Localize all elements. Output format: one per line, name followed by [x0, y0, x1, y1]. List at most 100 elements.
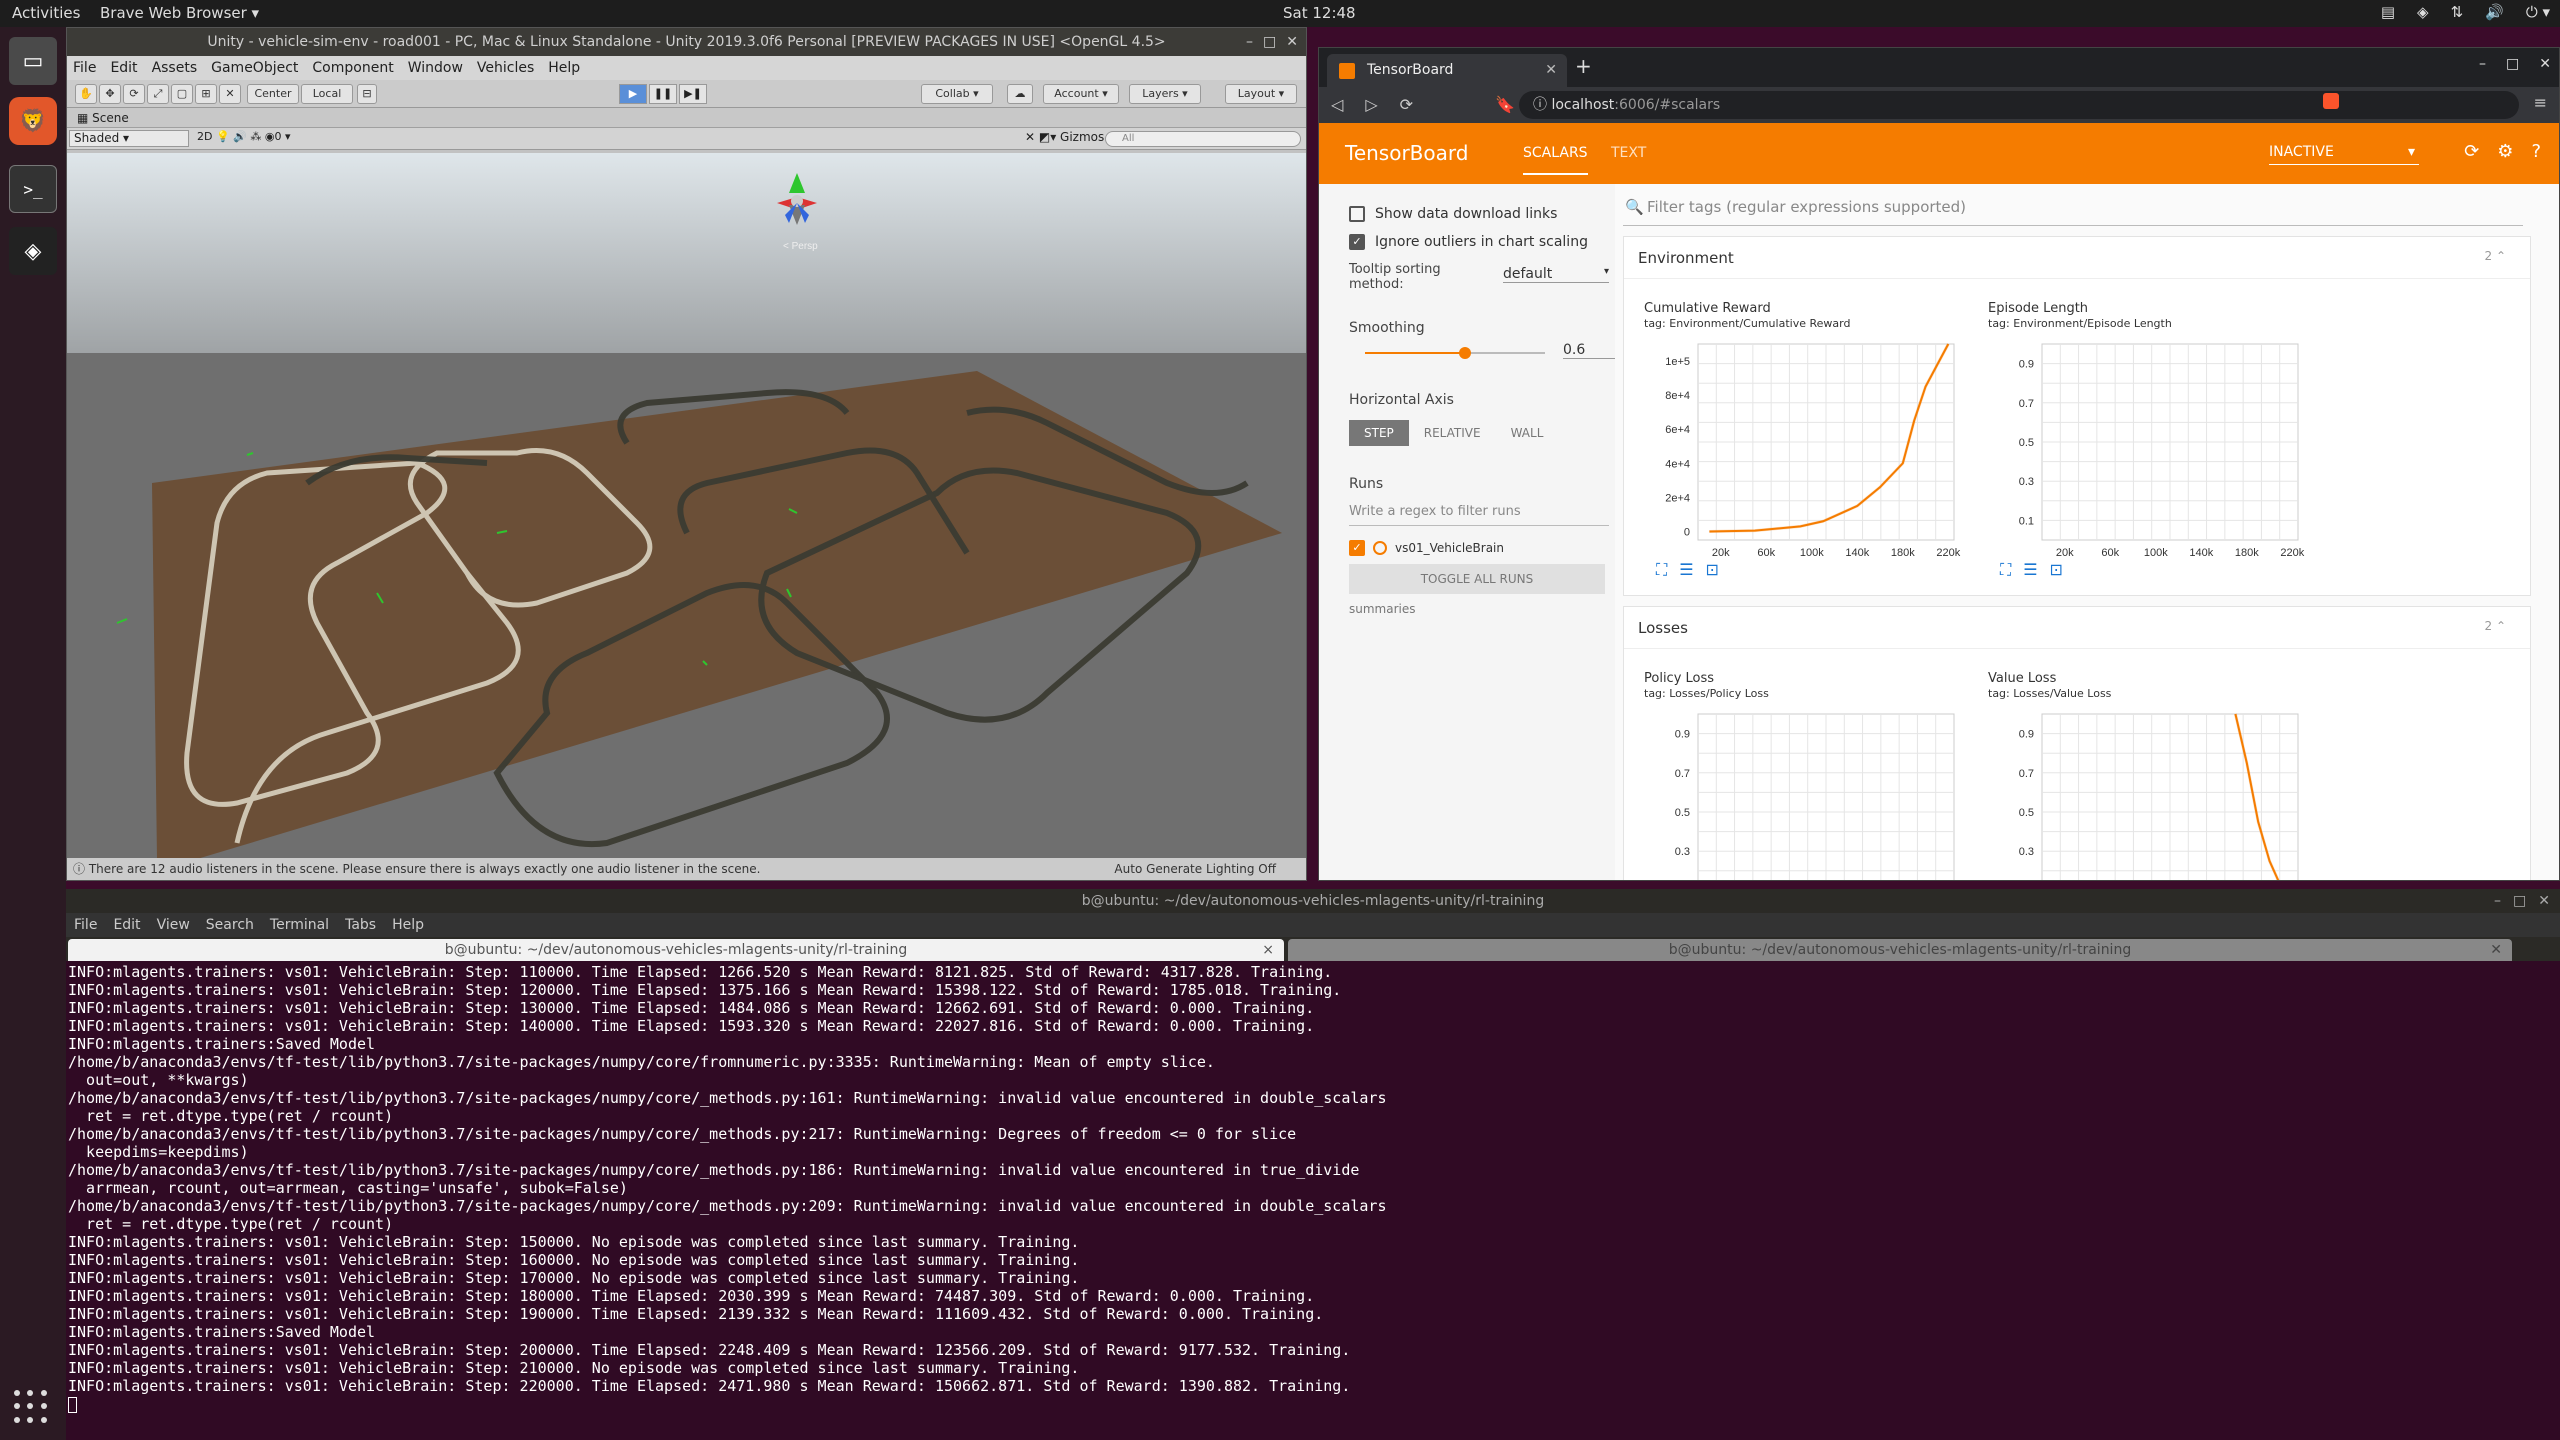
volume-icon[interactable]: 🔊	[2485, 3, 2504, 21]
group-header[interactable]: Losses	[1624, 607, 2530, 649]
menu-terminal[interactable]: Terminal	[270, 917, 329, 933]
smoothing-value-input[interactable]: 0.6	[1563, 342, 1623, 359]
scale-tool-icon[interactable]: ⤢	[147, 84, 169, 104]
slider-thumb[interactable]	[1459, 347, 1471, 359]
menu-file[interactable]: File	[73, 60, 96, 76]
minimize-icon[interactable]: –	[1246, 28, 1253, 56]
forward-icon[interactable]: ▷	[1365, 95, 1377, 114]
haxis-step-button[interactable]: STEP	[1349, 420, 1409, 446]
hand-tool-icon[interactable]: ✋	[75, 84, 97, 104]
close-icon[interactable]: ✕	[1286, 28, 1298, 56]
tab-close-icon[interactable]: ×	[1262, 939, 1274, 961]
help-icon[interactable]: ?	[2531, 141, 2541, 162]
unity-tray-icon[interactable]: ◈	[2417, 3, 2429, 21]
browser-tab-tensorboard[interactable]: TensorBoard ✕	[1327, 54, 1567, 87]
runs-filter-input[interactable]: Write a regex to filter runs	[1349, 504, 1609, 526]
gizmos-dropdown[interactable]: ✕ ◩▾ Gizmos ▾	[1025, 130, 1114, 144]
menu-help[interactable]: Help	[392, 917, 424, 933]
chart-svg[interactable]: 0.10.30.50.70.9	[1644, 706, 1974, 881]
transform-tool-icon[interactable]: ⊞	[195, 84, 217, 104]
checkbox-checked-icon[interactable]: ✓	[1349, 234, 1365, 250]
menu-gameobject[interactable]: GameObject	[211, 60, 298, 76]
run-checkbox-icon[interactable]: ✓	[1349, 540, 1365, 556]
minimize-icon[interactable]: –	[2494, 889, 2501, 913]
maximize-icon[interactable]: □	[2506, 56, 2519, 72]
show-applications-icon[interactable]	[14, 1390, 48, 1424]
tooltip-sorting-select[interactable]: default ▾	[1503, 266, 1609, 283]
layers-dropdown[interactable]: Layers ▾	[1129, 84, 1201, 104]
minimize-icon[interactable]: –	[2479, 56, 2486, 72]
system-tray[interactable]: ▤ ◈ ⇅ 🔊 ⏻ ▾	[2381, 3, 2550, 21]
cloud-icon[interactable]: ☁	[1007, 84, 1033, 104]
custom-tool-icon[interactable]: ✕	[219, 84, 241, 104]
chart-svg[interactable]: 0 2e+4 4e+4 6e+4 8e+4 1e+5 20k 60k 100k 140k 180k 2…	[1644, 336, 1974, 556]
menu-file[interactable]: File	[74, 917, 97, 933]
address-bar[interactable]: ⓘ localhost:6006/#scalars	[1519, 91, 2519, 119]
scene-toggles[interactable]: 2D 💡 🔊 ⁂ ◉0 ▾	[197, 130, 290, 143]
rotate-tool-icon[interactable]: ⟳	[123, 84, 145, 104]
maximize-icon[interactable]: □	[1263, 28, 1276, 56]
menu-component[interactable]: Component	[312, 60, 393, 76]
activities-button[interactable]: Activities	[12, 4, 80, 22]
menu-help[interactable]: Help	[548, 60, 580, 76]
browser-menu-icon[interactable]: ≡	[2534, 93, 2547, 112]
fit-domain-icon[interactable]: ⊡	[1706, 560, 1719, 580]
close-icon[interactable]: ✕	[2539, 56, 2551, 72]
menu-edit[interactable]: Edit	[113, 917, 140, 933]
group-count[interactable]: 2 ⌃	[2484, 619, 2506, 633]
menu-search[interactable]: Search	[206, 917, 254, 933]
toggle-all-runs-button[interactable]: TOGGLE ALL RUNS	[1349, 564, 1605, 594]
smoothing-slider[interactable]: 0.6	[1349, 336, 1623, 368]
persp-label[interactable]: < Persp	[783, 241, 818, 252]
maximize-icon[interactable]: □	[2513, 889, 2526, 913]
inactive-plugins-dropdown[interactable]: INACTIVE	[2269, 139, 2419, 165]
tab-scalars[interactable]: SCALARS	[1523, 145, 1588, 175]
brave-shield-icon[interactable]	[2323, 93, 2339, 109]
power-icon[interactable]: ⏻ ▾	[2526, 3, 2550, 21]
bookmark-icon[interactable]: 🔖	[1495, 95, 1515, 114]
menu-tabs[interactable]: Tabs	[345, 917, 376, 933]
menu-vehicles[interactable]: Vehicles	[477, 60, 534, 76]
account-dropdown[interactable]: Account ▾	[1043, 84, 1119, 104]
menu-edit[interactable]: Edit	[110, 60, 137, 76]
checkbox-unchecked-icon[interactable]	[1349, 206, 1365, 222]
menu-view[interactable]: View	[157, 917, 190, 933]
data-list-icon[interactable]: ☰	[2023, 560, 2037, 580]
settings-gear-icon[interactable]: ⚙	[2497, 141, 2513, 162]
layout-dropdown[interactable]: Layout ▾	[1225, 84, 1297, 104]
pivot-center-button[interactable]: Center	[247, 84, 299, 104]
new-tab-icon[interactable]: +	[1575, 54, 1592, 78]
reload-icon[interactable]: ⟳	[1400, 95, 1413, 114]
back-icon[interactable]: ◁	[1331, 95, 1343, 114]
haxis-wall-button[interactable]: WALL	[1496, 420, 1559, 446]
files-tray-icon[interactable]: ▤	[2381, 3, 2395, 21]
tensorboard-logo[interactable]: TensorBoard	[1345, 141, 1468, 165]
terminal-tab-1[interactable]: b@ubuntu: ~/dev/autonomous-vehicles-mlag…	[68, 939, 1284, 961]
expand-icon[interactable]: ⛶	[2000, 560, 2011, 580]
step-button[interactable]: ▶❚	[679, 84, 707, 104]
network-icon[interactable]: ⇅	[2451, 3, 2464, 21]
fit-domain-icon[interactable]: ⊡	[2050, 560, 2063, 580]
run-color-icon[interactable]	[1373, 541, 1387, 555]
tab-text[interactable]: TEXT	[1611, 145, 1646, 161]
scene-tab[interactable]: ▦ Scene	[67, 108, 1306, 128]
expand-icon[interactable]: ⛶	[1656, 560, 1667, 580]
status-message[interactable]: There are 12 audio listeners in the scen…	[89, 862, 761, 876]
play-button[interactable]: ▶	[619, 84, 647, 104]
unity-app-icon[interactable]: ◈	[9, 227, 57, 275]
rect-tool-icon[interactable]: ▢	[171, 84, 193, 104]
scene-search-input[interactable]: All	[1105, 131, 1301, 147]
move-tool-icon[interactable]: ✥	[99, 84, 121, 104]
chart-svg[interactable]: 0.1 0.3 0.5 0.7 0.9 20k 60k 100k 140k 180k 220k	[1988, 336, 2318, 556]
group-count[interactable]: 2 ⌃	[2484, 249, 2506, 263]
refresh-icon[interactable]: ⟳	[2464, 141, 2479, 162]
menu-assets[interactable]: Assets	[152, 60, 198, 76]
run-item[interactable]: ✓ vs01_VehicleBrain	[1349, 540, 1615, 556]
tab-close-icon[interactable]: ✕	[2490, 939, 2502, 961]
grid-snap-icon[interactable]: ⊟	[357, 84, 377, 104]
draw-mode-dropdown[interactable]: Shaded ▾	[69, 130, 189, 147]
haxis-relative-button[interactable]: RELATIVE	[1409, 420, 1496, 446]
tag-filter-input[interactable]: 🔍 Filter tags (regular expressions suppo…	[1623, 192, 2523, 226]
pivot-local-button[interactable]: Local	[301, 84, 353, 104]
chart-svg[interactable]: 0.10.30.50.70.9	[1988, 706, 2318, 881]
